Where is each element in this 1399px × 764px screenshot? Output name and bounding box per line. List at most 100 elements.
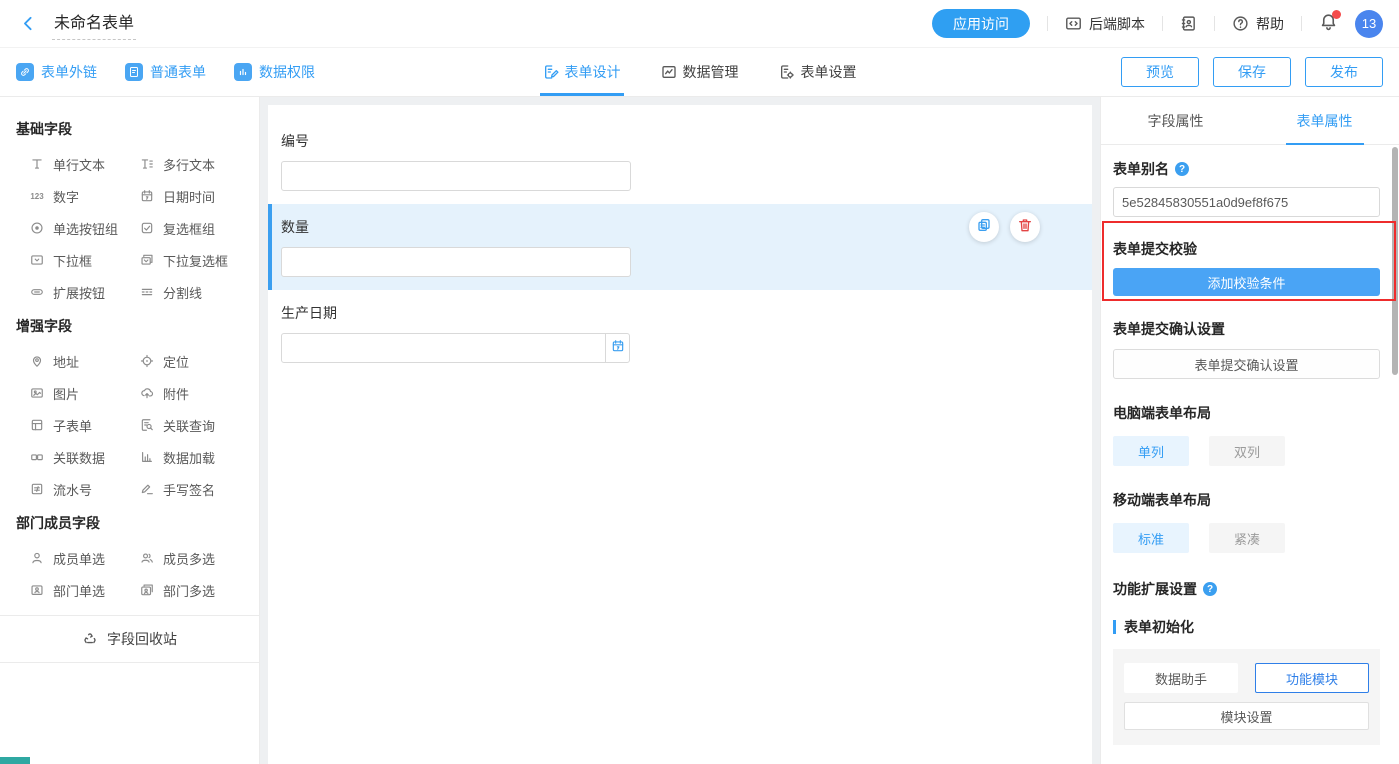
palette-field-item[interactable]: 日期时间 [140, 180, 259, 212]
number-icon: 123 [30, 192, 44, 201]
palette-field-label: 流水号 [53, 480, 92, 499]
form-field-row-selected[interactable]: 数量 [268, 204, 1092, 290]
palette-field-item[interactable]: 成员单选 [30, 542, 140, 574]
backend-script-button[interactable]: 后端脚本 [1065, 14, 1145, 34]
app-access-button[interactable]: 应用访问 [932, 9, 1030, 38]
toolbar-link-label: 数据权限 [259, 62, 315, 82]
form-field-row[interactable]: 编号 [268, 118, 1092, 204]
backend-script-label: 后端脚本 [1089, 14, 1145, 34]
toolbar-link-label: 普通表单 [150, 62, 206, 82]
palette-field-item[interactable]: 数据加载 [140, 441, 259, 473]
init-tab[interactable]: 数据助手 [1124, 663, 1238, 693]
link-icon [16, 63, 34, 81]
help-button[interactable]: 帮助 [1232, 14, 1284, 34]
palette-field-item[interactable]: 单行文本 [30, 148, 140, 180]
toolbar-action-button[interactable]: 保存 [1213, 57, 1291, 87]
toolbar-link[interactable]: 表单外链 [16, 62, 97, 82]
date-input-group [281, 333, 1079, 363]
layout-option[interactable]: 紧凑 [1209, 523, 1285, 553]
data-load-icon [140, 450, 154, 464]
toolbar-link[interactable]: 普通表单 [125, 62, 206, 82]
form-init-label: 表单初始化 [1113, 617, 1380, 637]
submit-confirm-button[interactable]: 表单提交确认设置 [1113, 349, 1380, 379]
layout-option[interactable]: 标准 [1113, 523, 1189, 553]
field-recycle-bin[interactable]: 字段回收站 [0, 615, 259, 663]
field-palette-sidebar: 基础字段 单行文本 多行文本 123 数字 [0, 97, 260, 764]
extension-settings-label: 功能扩展设置 [1113, 579, 1197, 599]
properties-tab[interactable]: 表单属性 [1250, 97, 1399, 144]
field-text-input[interactable] [281, 161, 631, 191]
palette-field-item[interactable]: 下拉复选框 [140, 244, 259, 276]
palette-field-label: 单行文本 [53, 155, 105, 174]
toolbar-link[interactable]: 数据权限 [234, 62, 315, 82]
palette-field-item[interactable]: 扩展按钮 [30, 276, 140, 308]
main-tab[interactable]: 数据管理 [661, 48, 739, 96]
palette-field-item[interactable]: 复选框组 [140, 212, 259, 244]
palette-field-item[interactable]: 123 数字 [30, 180, 140, 212]
palette-field-item[interactable]: 图片 [30, 377, 140, 409]
copy-field-button[interactable] [969, 212, 999, 242]
help-icon[interactable]: ? [1203, 582, 1217, 596]
layout-option[interactable]: 双列 [1209, 436, 1285, 466]
palette-field-label: 日期时间 [163, 187, 215, 206]
add-validation-button[interactable]: 添加校验条件 [1113, 268, 1380, 296]
palette-field-label: 定位 [163, 352, 189, 371]
toolbar-action-button[interactable]: 预览 [1121, 57, 1199, 87]
palette-field-item[interactable]: 分割线 [140, 276, 259, 308]
palette-field-item[interactable]: 地址 [30, 345, 140, 377]
properties-tabs: 字段属性 表单属性 [1101, 97, 1399, 145]
palette-field-item[interactable]: 部门多选 [140, 574, 259, 606]
palette-field-item[interactable]: 关联数据 [30, 441, 140, 473]
field-date-input[interactable] [281, 333, 606, 363]
panel-scrollbar[interactable] [1392, 147, 1398, 375]
module-settings-button[interactable]: 模块设置 [1124, 702, 1369, 730]
linked-data-icon [30, 450, 44, 464]
init-tab[interactable]: 功能模块 [1255, 663, 1369, 693]
serial-number-icon [30, 482, 44, 496]
mobile-layout-options: 标准 紧凑 [1113, 523, 1380, 553]
help-label: 帮助 [1256, 14, 1284, 34]
delete-field-button[interactable] [1010, 212, 1040, 242]
properties-panel: 字段属性 表单属性 表单别名 ? 表单提交校验 添加校验条件 表单提交确认设置 … [1100, 97, 1399, 764]
form-title[interactable]: 未命名表单 [52, 8, 136, 40]
enhanced-fields-grid: 地址 定位 图片 附件 [0, 345, 259, 505]
field-text-input[interactable] [281, 247, 631, 277]
palette-field-item[interactable]: 多行文本 [140, 148, 259, 180]
submit-validation-label: 表单提交校验 [1113, 239, 1380, 259]
palette-field-item[interactable]: 部门单选 [30, 574, 140, 606]
contacts-icon[interactable] [1180, 15, 1197, 32]
calendar-picker-button[interactable] [605, 333, 630, 363]
palette-field-item[interactable]: 定位 [140, 345, 259, 377]
notification-bell-icon[interactable] [1319, 12, 1338, 36]
app-header: 未命名表单 应用访问 后端脚本 帮助 13 [0, 0, 1399, 48]
palette-field-label: 下拉框 [53, 251, 92, 270]
palette-field-item[interactable]: 流水号 [30, 473, 140, 505]
help-icon[interactable]: ? [1175, 162, 1189, 176]
multi-line-text-icon [140, 157, 154, 171]
palette-field-item[interactable]: 下拉框 [30, 244, 140, 276]
properties-tab[interactable]: 字段属性 [1101, 97, 1250, 144]
back-icon[interactable] [16, 12, 40, 36]
palette-field-label: 地址 [53, 352, 79, 371]
field-label: 编号 [281, 131, 1079, 151]
palette-field-item[interactable]: 成员多选 [140, 542, 259, 574]
form-alias-input[interactable] [1113, 187, 1380, 217]
palette-field-item[interactable]: 子表单 [30, 409, 140, 441]
calendar-icon [611, 339, 625, 358]
palette-field-item[interactable]: 关联查询 [140, 409, 259, 441]
recycle-icon [82, 631, 98, 647]
design-icon [543, 64, 559, 80]
main-tab[interactable]: 表单设置 [779, 48, 857, 96]
layout-option[interactable]: 单列 [1113, 436, 1189, 466]
form-init-box: 数据助手 功能模块 模块设置 [1113, 649, 1380, 745]
palette-field-label: 关联查询 [163, 416, 215, 435]
palette-field-item[interactable]: 附件 [140, 377, 259, 409]
avatar[interactable]: 13 [1355, 10, 1383, 38]
location-icon [140, 354, 154, 368]
form-field-row[interactable]: 生产日期 [268, 290, 1092, 376]
main-tab[interactable]: 表单设计 [543, 48, 621, 96]
recycle-label: 字段回收站 [107, 629, 177, 649]
palette-field-item[interactable]: 手写签名 [140, 473, 259, 505]
toolbar-action-button[interactable]: 发布 [1305, 57, 1383, 87]
palette-field-item[interactable]: 单选按钮组 [30, 212, 140, 244]
